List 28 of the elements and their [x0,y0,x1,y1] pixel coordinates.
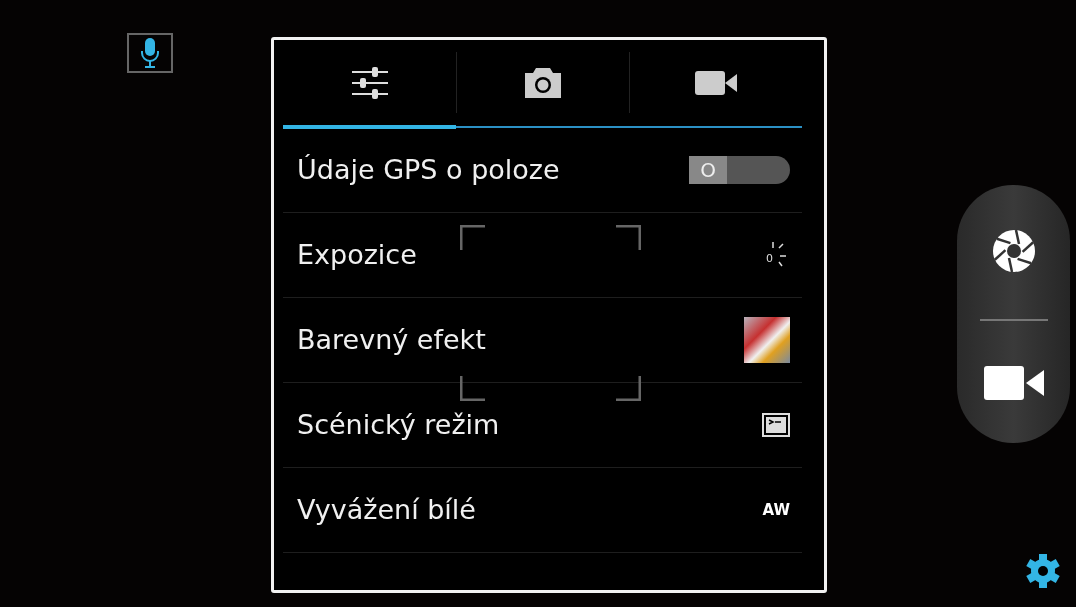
microphone-button[interactable] [127,33,173,73]
setting-label: Barevný efekt [297,322,486,357]
shutter-button[interactable] [990,227,1037,274]
setting-row[interactable]: Barevný efekt [283,298,802,383]
settings-icon [1025,553,1061,589]
settings-button[interactable] [1025,553,1061,589]
setting-label: Expozice [297,237,417,272]
scene-icon [762,413,790,437]
setting-row[interactable]: Vyvážení bílé AW [283,468,802,553]
setting-row[interactable]: Expozice 0 [283,213,802,298]
video-button[interactable] [983,366,1044,401]
focus-bracket-icon [460,225,486,251]
focus-bracket-icon [460,375,486,401]
focus-bracket-icon [615,375,641,401]
microphone-icon [140,38,160,68]
setting-row[interactable]: Scénický režim [283,383,802,468]
video-camera-icon [983,366,1044,401]
photo-thumbnail [744,317,790,363]
auto-wb-label: AW [762,499,790,521]
setting-row[interactable]: Údaje GPS o poloze O [283,128,802,213]
aperture-icon [990,227,1037,274]
setting-label: Scénický režim [297,407,500,442]
setting-label: Údaje GPS o poloze [297,152,560,187]
focus-bracket-icon [615,225,641,251]
setting-label: Vyvážení bílé [297,492,476,527]
sliders-icon [349,65,390,100]
video-camera-icon [694,70,737,95]
camera-icon [522,66,563,99]
